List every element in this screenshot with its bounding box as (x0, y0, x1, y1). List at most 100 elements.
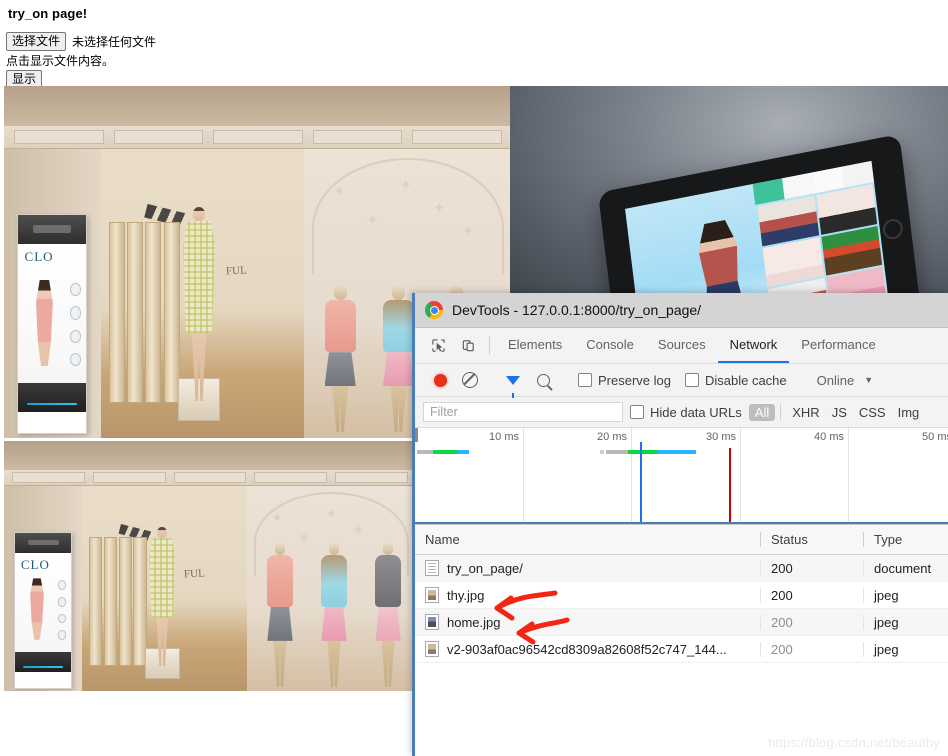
arch-decor (312, 158, 504, 276)
chevron-down-icon: ▼ (864, 375, 874, 385)
devtools-titlebar: DevTools - 127.0.0.1:8000/try_on_page/ (415, 293, 948, 328)
hide-data-urls-checkbox[interactable]: Hide data URLs (623, 405, 749, 420)
request-status: 200 (760, 614, 863, 630)
tab-network[interactable]: Network (717, 328, 790, 363)
image-icon (425, 614, 439, 630)
mannequin (267, 542, 293, 687)
table-row[interactable]: try_on_page/ 200 document (415, 555, 948, 582)
column-header-status[interactable]: Status (760, 532, 863, 547)
network-filterbar: Filter Hide data URLs All XHR JS CSS Img (415, 397, 948, 428)
table-row[interactable]: thy.jpg 200 jpeg (415, 582, 948, 609)
document-icon (425, 560, 439, 576)
image-tablet (510, 86, 948, 293)
file-input-row[interactable]: 选择文件 未选择任何文件 (6, 32, 156, 51)
filter-icon[interactable] (498, 375, 528, 398)
overview-bar-request-2 (600, 450, 696, 454)
tab-elements[interactable]: Elements (496, 328, 574, 363)
hint-text: 点击显示文件内容。 (6, 54, 115, 68)
overview-tick-10ms: 10 ms (489, 431, 519, 443)
mannequin (321, 542, 347, 687)
checkbox-box (578, 373, 592, 387)
image-shop-bottom: FUL ✦ ✦ ✦ ✦ CLO (4, 441, 416, 691)
request-status: 200 (760, 587, 863, 603)
request-type: jpeg (863, 587, 948, 603)
wall-sign: FUL (184, 567, 206, 581)
tab-console[interactable]: Console (574, 328, 646, 363)
throttling-dropdown[interactable]: Online ▼ (807, 373, 874, 388)
home-button-icon (882, 216, 905, 241)
chrome-logo-icon (425, 301, 443, 319)
preserve-log-checkbox[interactable]: Preserve log (571, 373, 678, 388)
image-icon (425, 641, 439, 657)
overview-bottom-rule (415, 522, 948, 524)
overview-tick-30ms: 30 ms (706, 431, 736, 443)
column-header-name[interactable]: Name (415, 532, 760, 547)
file-status-label: 未选择任何文件 (72, 35, 157, 49)
disable-cache-label: Disable cache (704, 372, 787, 388)
kiosk-brand-label: CLO (24, 249, 54, 265)
request-type: jpeg (863, 641, 948, 657)
request-type: document (863, 560, 948, 576)
choose-file-button[interactable]: 选择文件 (6, 32, 67, 51)
filter-type-css[interactable]: CSS (853, 405, 892, 420)
mannequin (382, 285, 415, 433)
domcontentloaded-marker (640, 442, 642, 523)
filter-type-all[interactable]: All (748, 403, 776, 421)
network-toolbar: Preserve log Disable cache Online ▼ (415, 364, 948, 398)
devtools-window: DevTools - 127.0.0.1:8000/try_on_page/ E… (412, 293, 948, 756)
screenshot-root: try_on page! 选择文件 未选择任何文件 点击显示文件内容。 显示 F… (0, 0, 948, 756)
checkbox-box (684, 373, 699, 387)
checkbox-box (630, 405, 644, 419)
throttling-value: Online (816, 372, 855, 388)
tablet-screen (624, 160, 890, 293)
overview-tick-20ms: 20 ms (597, 431, 627, 443)
toolbar-divider (489, 336, 490, 355)
shop-window-display: ✦ ✦ ✦ ✦ (247, 486, 416, 691)
record-button[interactable] (425, 373, 455, 387)
virtual-model (182, 207, 217, 432)
shop-beam (4, 124, 512, 150)
network-request-table: Name Status Type try_on_page/ 200 docume… (415, 525, 948, 663)
tab-sources[interactable]: Sources (646, 328, 718, 363)
inspect-element-icon[interactable] (423, 328, 453, 363)
overview-tick-50ms: 50 ms (922, 431, 948, 443)
shop-interior: FUL (82, 486, 248, 691)
request-type: jpeg (863, 614, 948, 630)
disable-cache-checkbox[interactable]: Disable cache (678, 373, 794, 388)
request-name: try_on_page/ (447, 560, 523, 576)
table-row[interactable]: home.jpg 200 jpeg (415, 609, 948, 636)
clear-button[interactable] (455, 372, 485, 388)
filter-input[interactable]: Filter (423, 402, 623, 422)
shop-scene: FUL ✦ ✦ ✦ ✦ CLO (4, 441, 416, 691)
mannequin (375, 542, 401, 687)
hide-data-urls-label: Hide data URLs (650, 404, 742, 420)
virtual-model (148, 527, 176, 687)
request-status: 200 (760, 641, 863, 657)
filter-type-img[interactable]: Img (892, 405, 926, 420)
search-icon[interactable] (528, 373, 558, 387)
request-name: thy.jpg (447, 587, 485, 603)
tab-performance[interactable]: Performance (789, 328, 887, 363)
kiosk-brand-label: CLO (20, 556, 50, 572)
request-status: 200 (760, 560, 863, 576)
network-overview-timeline[interactable]: 10 ms 20 ms 30 ms 40 ms 50 ms (415, 428, 948, 525)
page-title: try_on page! (8, 6, 88, 21)
image-icon (425, 587, 439, 603)
request-name: v2-903af0ac96542cd8309a82608f52c747_144.… (447, 641, 727, 657)
devtools-tabbar: Elements Console Sources Network Perform… (415, 328, 948, 364)
devtools-window-title: DevTools - 127.0.0.1:8000/try_on_page/ (452, 302, 702, 318)
shop-ceiling (4, 441, 416, 469)
overview-bar-request-1 (417, 450, 469, 454)
mannequin (324, 285, 356, 433)
watermark: https://blog.csdn.net/beauthy (767, 735, 940, 750)
app-model-photo (683, 215, 761, 293)
filter-type-js[interactable]: JS (826, 405, 853, 420)
preserve-log-label: Preserve log (598, 372, 671, 388)
column-header-type[interactable]: Type (863, 532, 948, 547)
table-row[interactable]: v2-903af0ac96542cd8309a82608f52c747_144.… (415, 636, 948, 663)
filter-type-xhr[interactable]: XHR (786, 405, 825, 420)
filter-divider (780, 404, 782, 420)
wall-sign: FUL (226, 264, 248, 278)
shop-interior: FUL (100, 149, 304, 438)
device-toolbar-icon[interactable] (453, 328, 483, 363)
